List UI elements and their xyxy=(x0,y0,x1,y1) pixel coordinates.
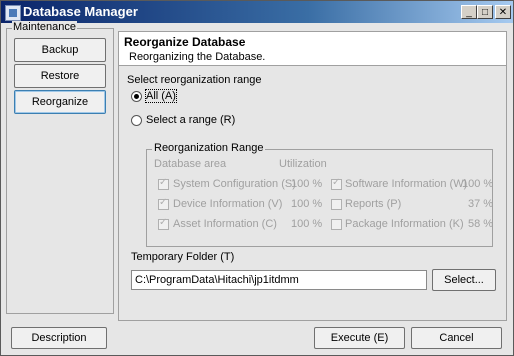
reorganize-panel: Reorganize Database Reorganizing the Dat… xyxy=(118,31,507,321)
close-button[interactable]: ✕ xyxy=(495,5,511,19)
system-configuration-util: 100 % xyxy=(291,178,323,190)
reports-util: 37 % xyxy=(468,198,494,210)
backup-button[interactable]: Backup xyxy=(14,38,106,62)
panel-header: Reorganize Database Reorganizing the Dat… xyxy=(119,32,506,66)
cancel-button[interactable]: Cancel xyxy=(411,327,502,349)
restore-button[interactable]: Restore xyxy=(14,64,106,88)
device-information-util: 100 % xyxy=(291,198,323,210)
database-app-icon xyxy=(5,5,21,21)
maintenance-group: Maintenance Backup Restore Reorganize xyxy=(6,21,114,314)
reports-checkbox[interactable] xyxy=(331,199,342,210)
select-folder-button[interactable]: Select... xyxy=(432,269,496,291)
package-information-checkbox[interactable] xyxy=(331,219,342,230)
reorganize-button[interactable]: Reorganize xyxy=(14,90,106,114)
software-information-checkbox[interactable] xyxy=(331,177,342,190)
all-radio-label[interactable]: All (A) xyxy=(145,89,177,103)
device-information-label: Device Information (V) xyxy=(173,198,283,210)
reorganization-range-label: Reorganization Range xyxy=(152,142,266,154)
package-information-label: Package Information (K) xyxy=(345,218,464,230)
temporary-folder-label: Temporary Folder (T) xyxy=(131,251,235,263)
asset-information-util: 100 % xyxy=(291,218,323,230)
software-information-util: 100 % xyxy=(462,178,494,190)
range-label: Select reorganization range xyxy=(127,74,262,86)
device-information-checkbox[interactable] xyxy=(158,197,169,210)
panel-subtitle: Reorganizing the Database. xyxy=(129,51,266,63)
temporary-folder-input[interactable]: C:\ProgramData\Hitachi\jp1itdmm xyxy=(131,270,427,290)
utilization-header: Utilization xyxy=(279,158,327,170)
software-information-label: Software Information (W) xyxy=(345,178,468,190)
reports-label: Reports (P) xyxy=(345,198,402,210)
title-bar[interactable]: Database Manager _ □ ✕ xyxy=(1,1,513,23)
maximize-button[interactable]: □ xyxy=(477,5,493,19)
package-information-util: 58 % xyxy=(468,218,494,230)
select-range-radio[interactable] xyxy=(131,115,142,126)
reorganization-range-group: Reorganization Range Database area Utili… xyxy=(146,142,494,247)
system-configuration-checkbox[interactable] xyxy=(158,177,169,190)
asset-information-label: Asset Information (C) xyxy=(173,218,277,230)
select-range-label[interactable]: Select a range (R) xyxy=(146,114,235,126)
system-configuration-label: System Configuration (S) xyxy=(173,178,296,190)
database-manager-window: Database Manager _ □ ✕ Maintenance Backu… xyxy=(0,0,514,356)
database-area-header: Database area xyxy=(154,158,227,170)
minimize-button[interactable]: _ xyxy=(461,5,477,19)
maintenance-label: Maintenance xyxy=(12,21,77,33)
all-radio[interactable] xyxy=(131,91,142,102)
panel-title: Reorganize Database xyxy=(124,35,246,49)
window-title: Database Manager xyxy=(23,4,138,19)
asset-information-checkbox[interactable] xyxy=(158,217,169,230)
description-button[interactable]: Description xyxy=(11,327,107,349)
execute-button[interactable]: Execute (E) xyxy=(314,327,405,349)
